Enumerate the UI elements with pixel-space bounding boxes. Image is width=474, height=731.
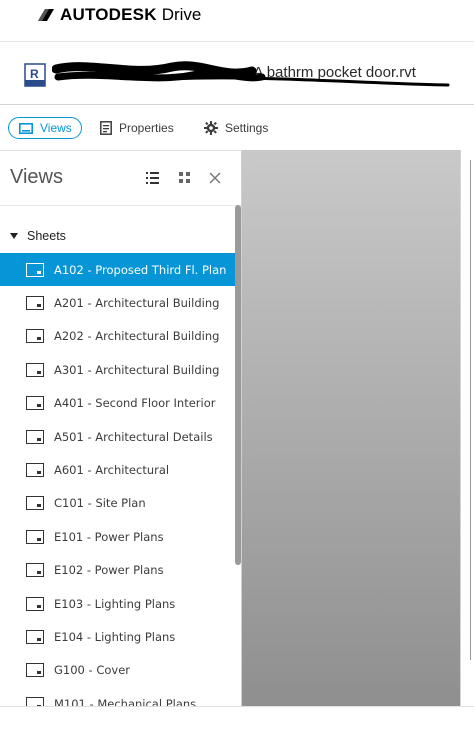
properties-icon	[100, 121, 112, 135]
revit-file-icon: R	[24, 63, 46, 87]
panel-header: Views	[0, 151, 241, 206]
sheet-list-item[interactable]: A202 - Architectural Building	[0, 320, 236, 353]
sheet-list-item[interactable]: A102 - Proposed Third Fl. Plan	[0, 253, 236, 287]
sheet-list-item[interactable]: E102 - Power Plans	[0, 554, 236, 587]
sheet-icon	[26, 496, 44, 511]
views-icon	[19, 122, 33, 134]
views-panel: Views Sheets A102 - Proposed Third Fl. P…	[0, 150, 242, 706]
sheet-icon	[26, 296, 44, 311]
sheet-label: E104 - Lighting Plans	[54, 629, 176, 644]
sheet-label: A401 - Second Floor Interior	[54, 396, 216, 411]
sheet-label: E103 - Lighting Plans	[54, 596, 176, 611]
sheet-label: A102 - Proposed Third Fl. Plan	[54, 262, 227, 277]
sheet-list-item[interactable]: A601 - Architectural	[0, 453, 236, 486]
sheet-label: A301 - Architectural Building	[54, 362, 220, 377]
sheet-list-item[interactable]: E104 - Lighting Plans	[0, 620, 236, 653]
tab-views-label: Views	[40, 121, 72, 135]
sheet-icon	[26, 563, 44, 578]
sheet-list-item[interactable]: E103 - Lighting Plans	[0, 587, 236, 620]
list-view-icon[interactable]	[144, 169, 162, 187]
sheet-label: E101 - Power Plans	[54, 529, 164, 544]
tab-settings-label: Settings	[225, 121, 269, 135]
product-name: Drive	[161, 5, 202, 24]
autodesk-logo[interactable]: AUTODESK Drive	[36, 5, 201, 25]
sheet-label: G100 - Cover	[54, 663, 130, 678]
sheet-icon	[26, 429, 44, 444]
sheet-label: A201 - Architectural Building	[54, 296, 220, 311]
sheet-list-item[interactable]: A501 - Architectural Details	[0, 420, 236, 453]
file-bar: R Scheme A bathrm pocket door.rvt	[0, 43, 474, 105]
sheet-label: E102 - Power Plans	[54, 563, 164, 578]
sheet-icon	[26, 396, 44, 411]
top-bar: AUTODESK Drive	[0, 0, 474, 42]
autodesk-logo-icon	[38, 9, 54, 21]
sheet-label: A202 - Architectural Building	[54, 329, 220, 344]
sheet-list-item[interactable]: G100 - Cover	[0, 654, 236, 687]
sheet-icon	[26, 262, 44, 277]
sheet-label: M101 - Mechanical Plans	[54, 696, 197, 706]
tab-settings[interactable]: Settings	[204, 117, 268, 139]
tab-properties-label: Properties	[119, 121, 174, 135]
bottom-bar	[0, 706, 474, 731]
panel-title: Views	[10, 166, 63, 188]
tab-views[interactable]: Views	[8, 117, 82, 139]
sheet-label: A501 - Architectural Details	[54, 429, 213, 444]
model-viewer-canvas[interactable]	[242, 150, 460, 706]
svg-text:R: R	[30, 67, 39, 81]
panel-scrollbar[interactable]	[235, 205, 241, 565]
sheet-list-item[interactable]: A301 - Architectural Building	[0, 353, 236, 386]
sheet-icon	[26, 463, 44, 478]
caret-down-icon	[10, 233, 18, 239]
sheet-icon	[26, 663, 44, 678]
sheet-list: A102 - Proposed Third Fl. Plan A201 - Arc…	[0, 253, 236, 706]
sheet-list-item[interactable]: M101 - Mechanical Plans	[0, 687, 236, 706]
right-edge-divider	[470, 160, 474, 660]
sheets-group-label: Sheets	[27, 229, 66, 243]
sheet-icon	[26, 329, 44, 344]
settings-gear-icon	[204, 121, 218, 135]
sheet-list-item[interactable]: C101 - Site Plan	[0, 487, 236, 520]
sheet-list-item[interactable]: E101 - Power Plans	[0, 520, 236, 553]
sheet-icon	[26, 629, 44, 644]
sheet-icon	[26, 362, 44, 377]
brand-name: AUTODESK	[60, 5, 157, 24]
grid-view-icon[interactable]	[176, 169, 194, 187]
sheet-label: A601 - Architectural	[54, 463, 170, 478]
sheet-list-item[interactable]: A201 - Architectural Building	[0, 286, 236, 319]
sheet-icon	[26, 529, 44, 544]
redaction-scribble	[52, 61, 450, 87]
sheet-icon	[26, 696, 44, 706]
tab-bar: Views Properties Settings	[0, 106, 474, 150]
sheet-icon	[26, 596, 44, 611]
sheet-list-item[interactable]: A401 - Second Floor Interior	[0, 387, 236, 420]
sheet-label: C101 - Site Plan	[54, 496, 146, 511]
sheets-group-toggle[interactable]: Sheets	[0, 224, 236, 248]
tab-properties[interactable]: Properties	[100, 117, 174, 139]
close-icon[interactable]	[206, 169, 224, 187]
